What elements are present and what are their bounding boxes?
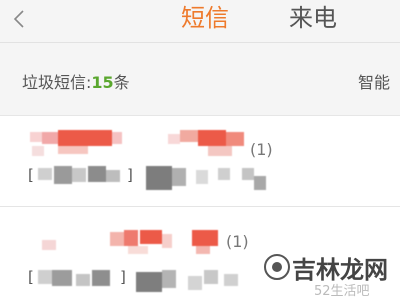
bracket-close: ]	[127, 166, 133, 184]
chevron-left-icon	[13, 10, 24, 28]
message-count: (1)	[226, 232, 249, 251]
top-nav-bar: 短信 来电	[0, 0, 400, 43]
watermark-subtext: 52生活吧	[314, 284, 370, 299]
bracket-open: [	[28, 268, 34, 286]
list-item[interactable]: (1) [ ]	[0, 116, 400, 207]
redacted-content	[38, 230, 238, 292]
back-button[interactable]	[4, 4, 34, 34]
watermark: 吉林龙网 52生活吧	[262, 250, 400, 300]
bracket-close: ]	[120, 268, 126, 286]
spam-prefix: 垃圾短信:	[22, 73, 92, 92]
spam-suffix: 条	[113, 73, 130, 92]
spam-count-label[interactable]: 垃圾短信:15条	[22, 69, 130, 93]
spam-summary-bar: 垃圾短信:15条 智能	[0, 43, 400, 116]
message-count: (1)	[250, 140, 273, 159]
watermark-logo-icon	[264, 254, 290, 280]
spam-count-value: 15	[91, 73, 114, 92]
redacted-content	[30, 130, 266, 190]
bracket-open: [	[28, 166, 34, 184]
tab-calls[interactable]: 来电	[289, 4, 337, 32]
smart-filter-link[interactable]: 智能	[358, 69, 390, 93]
tab-sms[interactable]: 短信	[181, 4, 229, 32]
